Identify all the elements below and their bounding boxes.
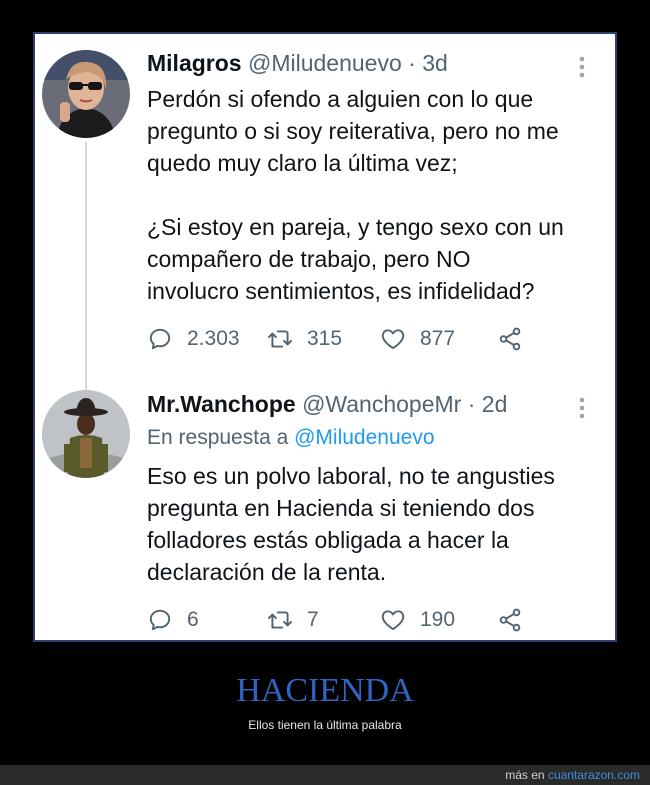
share-button[interactable] [497, 324, 537, 354]
reply-context: En respuesta a @Miludenuevo [147, 426, 435, 450]
tweet-line: pregunto o si soy reiterativa, pero no m… [147, 118, 559, 144]
share-button[interactable] [497, 605, 537, 635]
like-icon [381, 610, 405, 630]
more-icon[interactable] [579, 56, 585, 78]
like-button[interactable]: 190 [380, 605, 455, 635]
author-handle[interactable]: @WanchopeMr [302, 391, 461, 417]
like-button[interactable]: 877 [380, 324, 455, 354]
retweet-count: 315 [307, 327, 343, 350]
avatar-milagros[interactable] [42, 50, 130, 138]
author-handle[interactable]: @Miludenuevo [248, 50, 402, 76]
screenshot-frame: Milagros @Miludenuevo · 3d Perdón si ofe… [33, 32, 617, 642]
tweet-line [147, 179, 602, 211]
tweet-line: declaración de la renta. [147, 559, 387, 585]
share-icon [499, 608, 521, 632]
tweet-line: ¿Si estoy en pareja, y tengo sexo con un [147, 214, 564, 240]
tweet-line: compañero de trabajo, pero NO [147, 246, 471, 272]
reply-count: 6 [187, 608, 199, 631]
tweet-text: Eso es un polvo laboral, no te angusties… [147, 460, 602, 588]
reply-count: 2.303 [187, 327, 240, 350]
like-icon [381, 329, 405, 349]
retweet-count: 7 [307, 608, 319, 631]
like-count: 190 [420, 608, 456, 631]
author-name[interactable]: Milagros [147, 50, 242, 76]
tweet-actions: 2.303 315 877 [147, 324, 567, 354]
tweet-original[interactable]: Milagros @Miludenuevo · 3d Perdón si ofe… [35, 34, 615, 447]
tweet-age: · 2d [467, 391, 508, 417]
retweet-button[interactable]: 7 [267, 605, 319, 635]
tweet-line: pregunta en Hacienda si teniendo dos [147, 495, 535, 521]
tweet-age: · 3d [408, 50, 448, 76]
retweet-icon [267, 330, 293, 348]
tweet-line: involucro sentimientos, es infidelidad? [147, 278, 535, 304]
reply-icon [149, 328, 171, 350]
tweet-line: Eso es un polvo laboral, no te angusties [147, 463, 555, 489]
author-name[interactable]: Mr.Wanchope [147, 391, 296, 417]
footer-site-link[interactable]: cuantarazon.com [548, 768, 640, 782]
caption-subtitle: Ellos tienen la última palabra [248, 718, 402, 732]
tweet-line: quedo muy claro la última vez; [147, 150, 458, 176]
retweet-button[interactable]: 315 [267, 324, 342, 354]
reply-button[interactable]: 2.303 [147, 324, 240, 354]
share-icon [499, 327, 521, 351]
tweet-reply[interactable]: Mr.Wanchope @WanchopeMr · 2d En respuest… [35, 374, 615, 640]
footer-prefix: más en [505, 768, 545, 782]
footer-bar: más en cuantarazon.com [0, 765, 650, 785]
tweet-text: Perdón si ofendo a alguien con lo que pr… [147, 83, 602, 307]
tweet-line: folladores estás obligada a hacer la [147, 527, 509, 553]
reply-icon [149, 609, 171, 631]
reply-button[interactable]: 6 [147, 605, 199, 635]
like-count: 877 [420, 327, 456, 350]
more-icon[interactable] [579, 397, 585, 419]
tweet-line: Perdón si ofendo a alguien con lo que [147, 86, 534, 112]
retweet-icon [267, 611, 293, 629]
tweet-actions: 6 7 190 [147, 605, 567, 635]
reply-handle-link[interactable]: @Miludenuevo [294, 426, 434, 449]
reply-prefix: En respuesta a [147, 426, 289, 449]
caption-title: HACIENDA [236, 672, 414, 709]
avatar-wanchope[interactable] [42, 390, 130, 478]
tweet-header: Mr.Wanchope @WanchopeMr · 2d [147, 391, 507, 418]
tweet-header: Milagros @Miludenuevo · 3d [147, 50, 448, 77]
